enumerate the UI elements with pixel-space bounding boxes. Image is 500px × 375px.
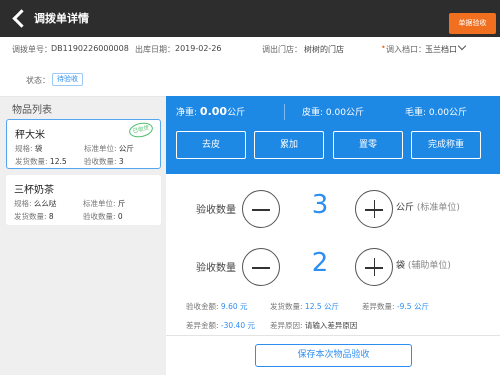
top-bar: 调拨单详情 单据验收 — [0, 0, 500, 37]
status-badge: 待验收 — [52, 73, 83, 86]
required-mark: • — [381, 43, 386, 52]
order-no: DB1190226000008 — [51, 44, 129, 53]
diff-reason-label: 差异原因: — [270, 321, 303, 330]
unit-note: (辅助单位) — [407, 261, 451, 271]
diff-reason: 差异原因: 请输入差异原因 — [270, 320, 357, 331]
gross-weight-label: 毛重: — [405, 108, 427, 118]
tare-weight-value: 0.00公斤 — [325, 108, 364, 118]
plus-icon[interactable] — [355, 190, 393, 228]
diff-amount-value: -30.40 元 — [220, 321, 255, 330]
counter-value[interactable]: 2 — [304, 248, 336, 278]
plus-icon[interactable] — [355, 248, 393, 286]
ship-qty-label: 发货数量: — [14, 212, 47, 221]
product-list-panel: 物品列表 秤大米 已收货 规格: 袋 标准单位: 公斤 发货数量: 12.5 验… — [0, 97, 166, 375]
minus-icon[interactable] — [242, 248, 280, 286]
net-weight-value: 0.00 — [199, 105, 228, 118]
unit-name: 袋 — [396, 261, 406, 271]
page-title: 调拨单详情 — [34, 12, 89, 25]
zero-button[interactable]: 置零 — [333, 131, 403, 159]
spec-label: 规格: — [15, 144, 33, 153]
counter-unit: 袋 (辅助单位) — [396, 258, 451, 271]
product-card-rice[interactable]: 秤大米 已收货 规格: 袋 标准单位: 公斤 发货数量: 12.5 验收数量: … — [6, 119, 161, 169]
chevron-down-icon[interactable] — [457, 41, 467, 51]
recv-qty-value: 3 — [118, 157, 124, 166]
status-label: 状态： — [26, 76, 50, 85]
save-item-button[interactable]: 保存本次物品验收 — [255, 344, 412, 367]
net-weight-unit: 公斤 — [227, 108, 246, 118]
ship-qty-value: 12.5 — [49, 157, 67, 166]
ship-qty-value: 12.5 公斤 — [304, 302, 340, 311]
diff-qty-value: -9.5 公斤 — [396, 302, 429, 311]
order-info: 调拨单号： DB1190226000008 出库日期： 2019-02-26 调… — [0, 37, 500, 97]
from-store: 树树的门店 — [304, 45, 344, 54]
std-unit-value: 公斤 — [118, 144, 134, 153]
recv-qty-label: 验收数量: — [83, 212, 116, 221]
from-store-label: 调出门店： — [262, 45, 302, 54]
diff-qty: 差异数量: -9.5 公斤 — [362, 301, 429, 312]
recv-amount-label: 验收金额: — [186, 302, 219, 311]
recv-qty-label: 验收数量: — [84, 157, 117, 166]
std-unit-label: 标准单位: — [84, 144, 117, 153]
product-name: 秤大米 — [15, 130, 45, 141]
weighing-panel: 净重: 0.00公斤 皮重: 0.00公斤 毛重: 0.00公斤 去皮 累加 置… — [166, 96, 500, 174]
diff-amount-label: 差异金额: — [186, 321, 219, 330]
spec-value: 袋 — [34, 144, 43, 153]
product-name: 三杯奶茶 — [14, 185, 54, 196]
divider — [284, 104, 285, 120]
ship-date: 2019-02-26 — [175, 44, 222, 53]
recv-amount-value: 9.60 元 — [220, 302, 248, 311]
minus-icon[interactable] — [242, 190, 280, 228]
date-label: 出库日期： — [135, 45, 175, 54]
to-stall-label: 调入档口： — [386, 45, 426, 54]
diff-reason-input[interactable]: 请输入差异原因 — [305, 321, 358, 330]
finish-weighing-button[interactable]: 完成称重 — [411, 131, 481, 159]
to-stall-select[interactable]: 玉兰档口 — [425, 44, 457, 55]
product-card-milktea[interactable]: 三杯奶茶 规格: 么么哒 标准单位: 斤 发货数量: 8 验收数量: 0 — [6, 175, 161, 225]
std-unit-label: 标准单位: — [83, 199, 116, 208]
std-unit-value: 斤 — [117, 199, 126, 208]
counter-label: 验收数量 — [196, 263, 236, 274]
tare-weight: 皮重: 0.00公斤 — [302, 105, 364, 118]
ship-qty: 发货数量: 12.5 公斤 — [270, 301, 339, 312]
counter-aux-unit: 验收数量 2 袋 (辅助单位) — [166, 245, 500, 289]
counter-unit: 公斤 (标准单位) — [396, 200, 460, 213]
ship-qty-label: 发货数量: — [15, 157, 48, 166]
received-stamp: 已收货 — [127, 120, 155, 140]
diff-qty-label: 差异数量: — [362, 302, 395, 311]
order-no-label: 调拨单号： — [12, 45, 52, 54]
counter-label: 验收数量 — [196, 205, 236, 216]
unit-note: (标准单位) — [416, 203, 460, 213]
gross-weight: 毛重: 0.00公斤 — [405, 105, 467, 118]
counter-value[interactable]: 3 — [304, 190, 336, 220]
product-list-title: 物品列表 — [12, 105, 52, 116]
tare-button[interactable]: 去皮 — [176, 131, 246, 159]
receive-order-button[interactable]: 单据验收 — [449, 13, 496, 34]
bottom-bar: 保存本次物品验收 — [166, 335, 500, 375]
net-weight-label: 净重: — [176, 108, 198, 118]
recv-amount: 验收金额: 9.60 元 — [186, 301, 248, 312]
accumulate-button[interactable]: 累加 — [254, 131, 324, 159]
diff-amount: 差异金额: -30.40 元 — [186, 320, 255, 331]
recv-qty-value: 0 — [117, 212, 123, 221]
spec-label: 规格: — [14, 199, 32, 208]
gross-weight-value: 0.00公斤 — [428, 108, 467, 118]
unit-name: 公斤 — [396, 203, 415, 213]
counter-standard-unit: 验收数量 3 公斤 (标准单位) — [166, 187, 500, 231]
spec-value: 么么哒 — [33, 199, 57, 208]
tare-weight-label: 皮重: — [302, 108, 324, 118]
net-weight: 净重: 0.00公斤 — [176, 105, 245, 118]
ship-qty-value: 8 — [48, 212, 54, 221]
ship-qty-label: 发货数量: — [270, 302, 303, 311]
back-arrow-icon[interactable] — [10, 9, 28, 27]
